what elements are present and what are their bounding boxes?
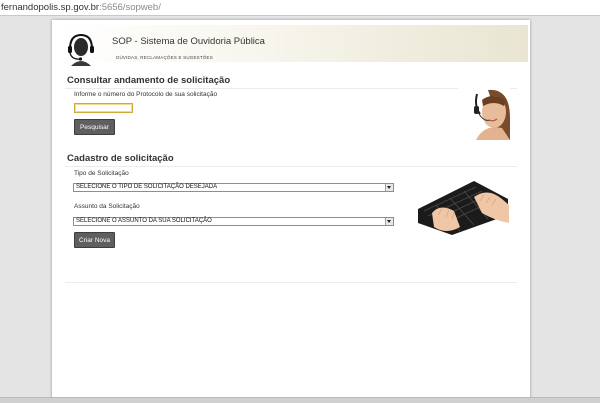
- header-banner: SOP - Sistema de Ouvidoria Pública DÚVID…: [58, 25, 528, 66]
- keyboard-photo: [416, 175, 509, 235]
- assunto-select[interactable]: SELECIONE O ASSUNTO DA SUA SOLICITAÇÃO: [73, 217, 394, 226]
- chevron-down-icon[interactable]: [385, 218, 393, 225]
- attendant-photo: [458, 88, 510, 140]
- url-path: :5656/sopweb/: [99, 2, 161, 13]
- taskbar: [0, 397, 600, 403]
- app-title: SOP - Sistema de Ouvidoria Pública: [112, 36, 265, 47]
- url-domain: fernandopolis.sp.gov.br: [1, 2, 100, 13]
- consultar-title: Consultar andamento de solicitação: [67, 75, 231, 86]
- assunto-selected-value: SELECIONE O ASSUNTO DA SUA SOLICITAÇÃO: [76, 218, 212, 224]
- chevron-down-icon[interactable]: [385, 184, 393, 191]
- tipo-select[interactable]: SELECIONE O TIPO DE SOLICITAÇÃO DESEJADA: [73, 183, 394, 192]
- footer-divider: [65, 282, 517, 283]
- tipo-label: Tipo de Solicitação: [74, 170, 129, 177]
- app-subtitle: DÚVIDAS, RECLAMAÇÕES E SUGESTÕES: [116, 55, 213, 60]
- protocol-instruction: Informe o número do Protocolo de sua sol…: [74, 91, 218, 98]
- assunto-label: Assunto da Solicitação: [74, 203, 140, 210]
- headset-logo-icon: [68, 33, 94, 66]
- tipo-selected-value: SELECIONE O TIPO DE SOLICITAÇÃO DESEJADA: [76, 184, 218, 190]
- search-button[interactable]: Pesquisar: [74, 119, 115, 135]
- divider: [65, 166, 517, 167]
- create-new-button[interactable]: Criar Nova: [74, 232, 115, 248]
- address-bar[interactable]: fernandopolis.sp.gov.br:5656/sopweb/: [0, 0, 600, 16]
- cadastro-title: Cadastro de solicitação: [67, 153, 174, 164]
- divider: [65, 88, 517, 89]
- page-container: SOP - Sistema de Ouvidoria Pública DÚVID…: [52, 20, 530, 402]
- protocol-input[interactable]: [74, 103, 133, 113]
